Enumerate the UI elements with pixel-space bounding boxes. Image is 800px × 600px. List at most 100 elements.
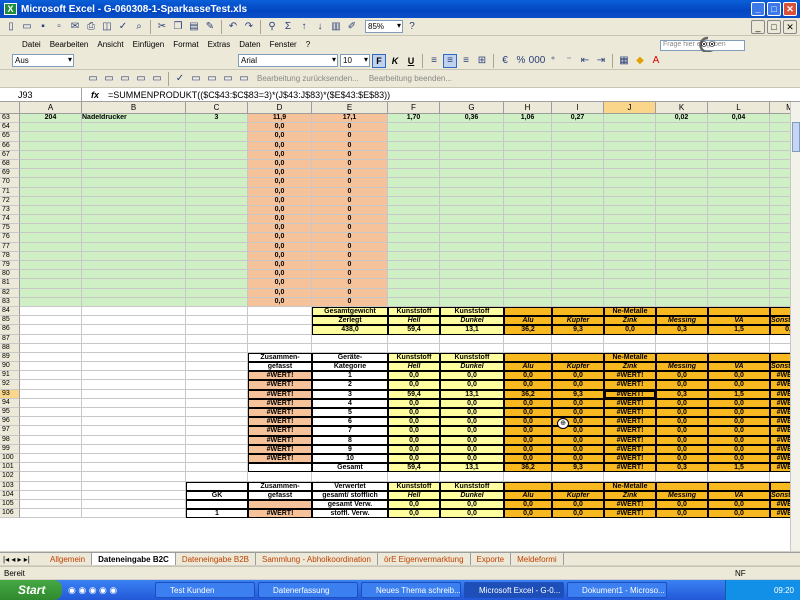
row-header[interactable]: 82 — [0, 288, 20, 298]
cell-M67[interactable] — [770, 150, 790, 160]
cell-F90[interactable]: Hell — [388, 362, 440, 372]
cell-C86[interactable] — [186, 325, 248, 335]
cell-C88[interactable] — [186, 343, 248, 353]
cell-A97[interactable] — [20, 426, 82, 436]
cell-A79[interactable] — [20, 261, 82, 271]
review-icon-1[interactable]: ▭ — [86, 72, 100, 86]
cell-M102[interactable] — [770, 472, 790, 482]
align-left-icon[interactable]: ≡ — [427, 54, 441, 68]
cell-B85[interactable] — [82, 316, 186, 326]
cell-E84[interactable]: Gesamtgewicht — [312, 306, 388, 317]
cell-I67[interactable] — [552, 150, 604, 160]
cell-B100[interactable] — [82, 453, 186, 464]
row-header[interactable]: 87 — [0, 334, 20, 344]
cell-I84[interactable] — [552, 306, 604, 317]
cell-G72[interactable] — [440, 196, 504, 206]
menu-einfuegen[interactable]: Einfügen — [133, 40, 165, 49]
cell-E63[interactable]: 17,1 — [312, 114, 388, 124]
increase-indent-icon[interactable]: ⇥ — [594, 54, 608, 68]
cell-E73[interactable]: 0 — [312, 205, 388, 216]
decrease-indent-icon[interactable]: ⇤ — [578, 54, 592, 68]
cell-I104[interactable]: Kupfer — [552, 490, 604, 500]
cell-J63[interactable] — [604, 114, 656, 124]
cell-F96[interactable]: 0,0 — [388, 417, 440, 427]
cell-I70[interactable] — [552, 178, 604, 188]
cell-E98[interactable]: 8 — [312, 435, 388, 445]
cell-L86[interactable]: 1,5 — [708, 325, 770, 335]
cell-L103[interactable] — [708, 481, 770, 491]
cell-J95[interactable]: #WERT! — [604, 408, 656, 418]
row-header[interactable]: 86 — [0, 325, 20, 335]
row-header[interactable]: 90 — [0, 362, 20, 372]
cell-L89[interactable] — [708, 352, 770, 363]
cell-I80[interactable] — [552, 270, 604, 280]
cell-B65[interactable] — [82, 132, 186, 142]
cell-L66[interactable] — [708, 141, 770, 151]
cell-E69[interactable]: 0 — [312, 169, 388, 179]
cell-L72[interactable] — [708, 196, 770, 206]
cell-I102[interactable] — [552, 472, 604, 482]
cell-C84[interactable] — [186, 306, 248, 317]
cell-K106[interactable]: 0,0 — [656, 509, 708, 519]
cell-D77[interactable]: 0,0 — [248, 242, 312, 252]
cell-D87[interactable] — [248, 334, 312, 344]
print-icon[interactable]: ⎙ — [84, 20, 98, 34]
cell-D73[interactable]: 0,0 — [248, 205, 312, 216]
cell-H98[interactable]: 0,0 — [504, 435, 552, 445]
cell-K83[interactable] — [656, 297, 708, 307]
cell-D63[interactable]: 11,9 — [248, 114, 312, 124]
cell-F64[interactable] — [388, 123, 440, 133]
cell-D83[interactable]: 0,0 — [248, 297, 312, 307]
row-header[interactable]: 96 — [0, 417, 20, 427]
row-header[interactable]: 78 — [0, 251, 20, 261]
cell-L67[interactable] — [708, 150, 770, 160]
cell-K72[interactable] — [656, 196, 708, 206]
cell-D90[interactable]: gefasst — [248, 362, 312, 372]
row-header[interactable]: 103 — [0, 481, 20, 491]
cell-E76[interactable]: 0 — [312, 233, 388, 243]
cell-M81[interactable] — [770, 279, 790, 289]
cell-E82[interactable]: 0 — [312, 288, 388, 298]
cell-B70[interactable] — [82, 178, 186, 188]
cell-H77[interactable] — [504, 242, 552, 252]
cell-E86[interactable]: 438,0 — [312, 325, 388, 335]
cell-I100[interactable]: 0,0 — [552, 453, 604, 464]
cell-A105[interactable] — [20, 499, 82, 510]
cell-J86[interactable]: 0,0 — [604, 325, 656, 335]
cell-D99[interactable]: #WERT! — [248, 444, 312, 454]
cell-J92[interactable]: #WERT! — [604, 380, 656, 390]
drawing-icon[interactable]: ✐ — [345, 20, 359, 34]
permission-icon[interactable]: ▫ — [52, 20, 66, 34]
cell-J87[interactable] — [604, 334, 656, 344]
cell-J78[interactable] — [604, 251, 656, 261]
cell-H92[interactable]: 0,0 — [504, 380, 552, 390]
cell-G76[interactable] — [440, 233, 504, 243]
row-header[interactable]: 105 — [0, 499, 20, 510]
cell-I74[interactable] — [552, 215, 604, 225]
row-header[interactable]: 94 — [0, 398, 20, 408]
cell-H68[interactable] — [504, 159, 552, 170]
cell-A101[interactable] — [20, 463, 82, 473]
cell-J67[interactable] — [604, 150, 656, 160]
cell-B92[interactable] — [82, 380, 186, 390]
cell-B97[interactable] — [82, 426, 186, 436]
task-excel[interactable]: Microsoft Excel - G-0... — [464, 582, 564, 598]
cell-E99[interactable]: 9 — [312, 444, 388, 454]
cell-E70[interactable]: 0 — [312, 178, 388, 188]
scroll-thumb[interactable] — [792, 122, 800, 152]
spelling-icon[interactable]: ✓ — [116, 20, 130, 34]
cell-B102[interactable] — [82, 472, 186, 482]
sheet-tab-dateneingabe-b2c[interactable]: Dateneingabe B2C — [92, 553, 176, 565]
cell-C63[interactable]: 3 — [186, 114, 248, 124]
name-box[interactable]: J93 — [0, 88, 82, 101]
column-header-M[interactable]: M — [770, 102, 790, 114]
cell-H101[interactable]: 36,2 — [504, 463, 552, 473]
cell-H103[interactable] — [504, 481, 552, 491]
cell-C80[interactable] — [186, 270, 248, 280]
cell-L75[interactable] — [708, 224, 770, 234]
cell-K104[interactable]: Messing — [656, 490, 708, 500]
cell-M69[interactable] — [770, 169, 790, 179]
cell-F101[interactable]: 59,4 — [388, 463, 440, 473]
align-right-icon[interactable]: ≡ — [459, 54, 473, 68]
cell-I75[interactable] — [552, 224, 604, 234]
